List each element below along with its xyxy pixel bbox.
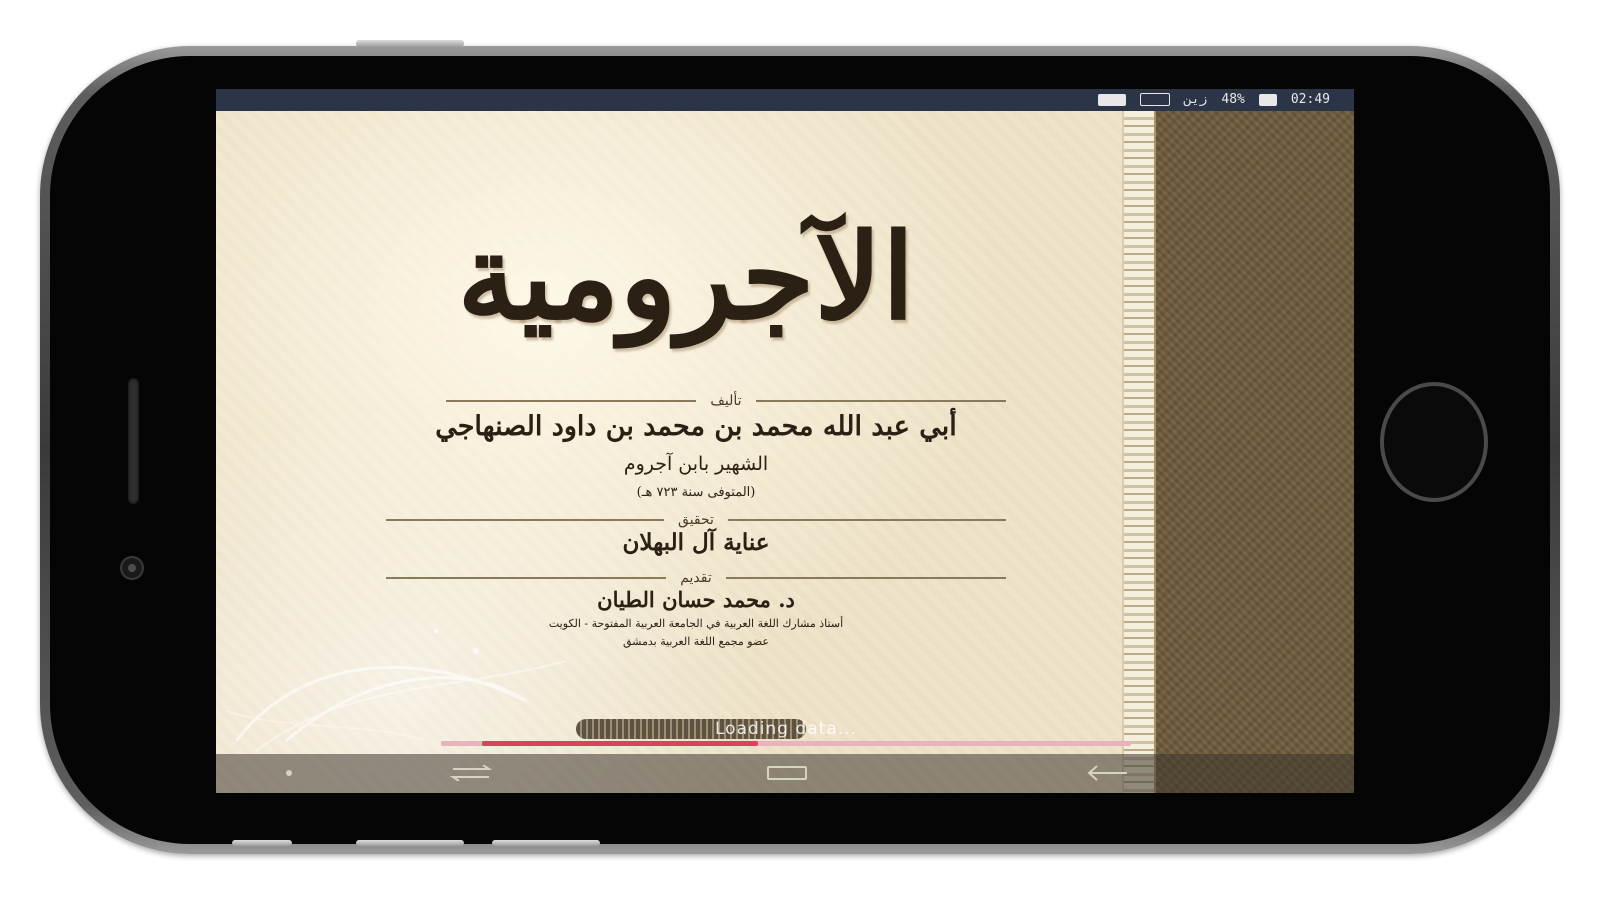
- switch-icon: [449, 765, 493, 781]
- reviewer-label: تقديم: [680, 570, 712, 586]
- navigation-bar: [216, 754, 1354, 793]
- loading-text: Loading data...: [715, 719, 857, 739]
- phone-bottom-button-2: [356, 840, 464, 846]
- divider: [385, 577, 667, 579]
- divider: [725, 577, 1006, 579]
- phone-top-button: [356, 40, 464, 47]
- notification-icon: [1097, 93, 1126, 106]
- sim-icon: [1139, 93, 1170, 106]
- dot-icon: [286, 770, 292, 776]
- divider: [755, 400, 1006, 402]
- divider: [385, 519, 665, 521]
- editor-label: تحقيق: [678, 512, 714, 528]
- back-arrow-icon: [1087, 765, 1127, 781]
- status-bar: زين 48% 02:49: [216, 89, 1354, 111]
- nav-home-button[interactable]: [762, 760, 812, 786]
- carrier-text: زين: [1183, 92, 1208, 107]
- home-rect-icon: [767, 766, 807, 780]
- phone-speaker: [128, 378, 139, 504]
- battery-percent: 48%: [1221, 92, 1245, 107]
- author-nickname: الشهير بابن آجروم: [623, 453, 769, 475]
- editor-label-row: تحقيق: [385, 512, 1006, 528]
- reviewer-label-row: تقديم: [385, 570, 1006, 586]
- author-name: أبي عبد الله محمد بن محمد بن داود الصنها…: [435, 411, 957, 442]
- reviewer-title-1: أستاذ مشارك اللغة العربية في الجامعة الع…: [548, 617, 844, 630]
- author-death-date: (المتوفى سنة ٧٢٣ هـ): [636, 485, 756, 500]
- nav-dot-button[interactable]: [276, 760, 302, 786]
- nav-back-button[interactable]: [1082, 760, 1132, 786]
- author-label: تأليف: [710, 393, 742, 409]
- leather-spine: [1156, 111, 1354, 793]
- ornamental-border: [1122, 111, 1156, 793]
- battery-icon: [1258, 93, 1277, 106]
- reviewer-title-2: عضو مجمع اللغة العربية بدمشق: [622, 635, 769, 648]
- home-button[interactable]: [1380, 382, 1488, 502]
- status-time: 02:49: [1290, 92, 1330, 107]
- phone-bottom-button-1: [232, 840, 292, 846]
- nav-recents-switch-button[interactable]: [446, 760, 496, 786]
- reviewer-name: د. محمد حسان الطيان: [597, 587, 795, 612]
- app-screen: زين 48% 02:49 الآجرومية تأليف أبي عبد ال…: [216, 89, 1354, 793]
- book-cover-page: الآجرومية تأليف أبي عبد الله محمد بن محم…: [216, 111, 1138, 793]
- author-label-row: تأليف: [446, 393, 1006, 409]
- book-title: الآجرومية: [457, 206, 915, 346]
- loading-progress-bar: [441, 741, 1131, 746]
- divider: [446, 400, 697, 402]
- phone-bottom-button-3: [492, 840, 600, 846]
- loading-progress-fill: [482, 741, 759, 746]
- divider: [727, 519, 1006, 521]
- phone-camera: [120, 556, 144, 580]
- editor-name: عناية آل البهلان: [622, 529, 770, 556]
